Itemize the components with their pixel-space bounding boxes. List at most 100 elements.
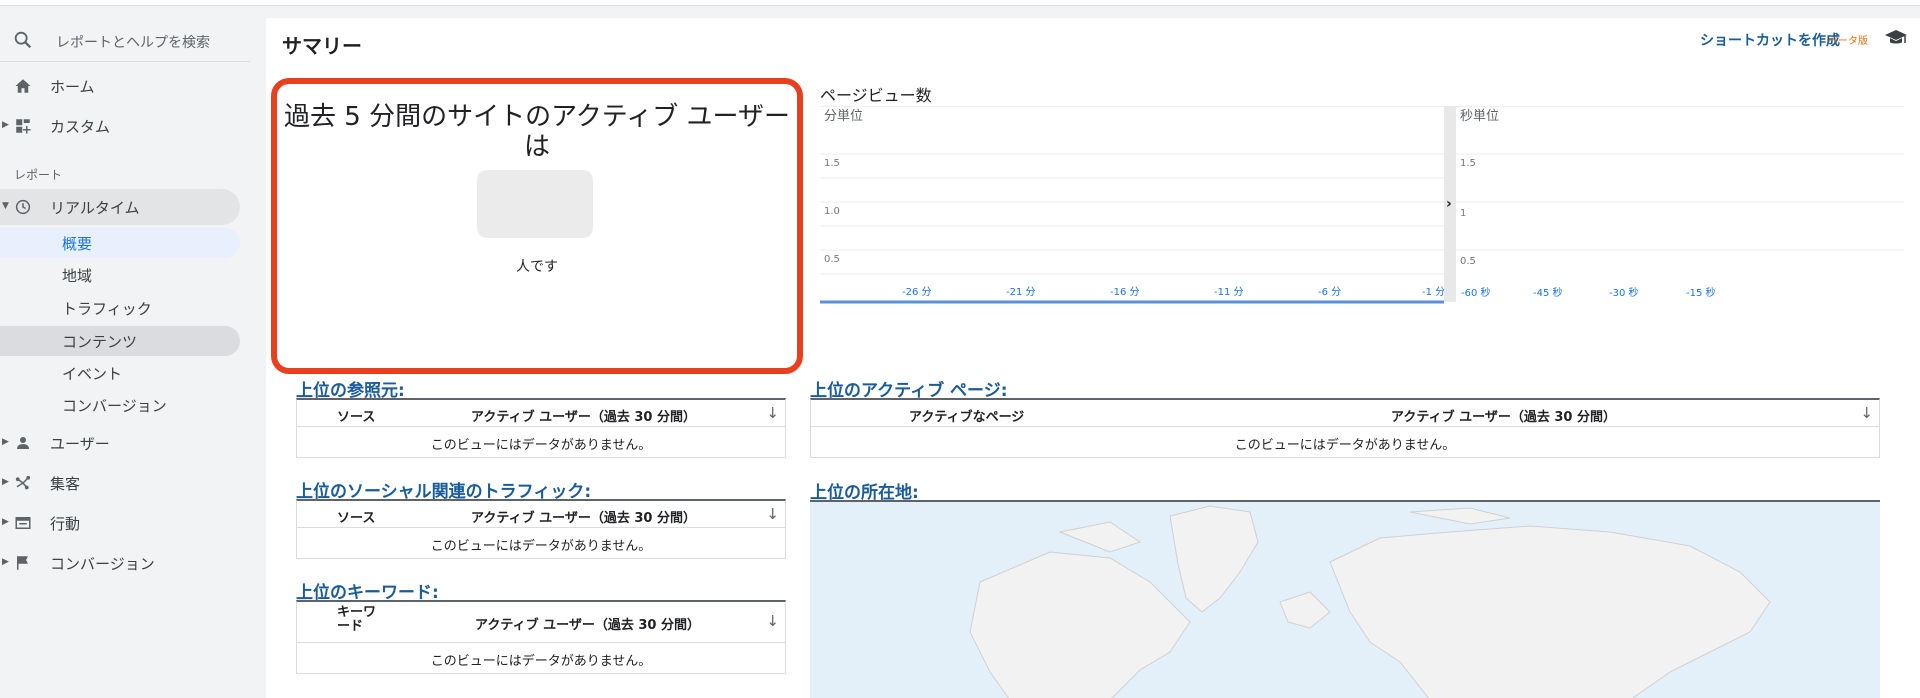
- x-tick: -15 秒: [1686, 286, 1716, 299]
- x-tick: -45 秒: [1533, 286, 1563, 299]
- expand-arrow-icon: ▶: [2, 437, 9, 447]
- column-header-keyword[interactable]: キーワード: [337, 606, 379, 634]
- sidebar-item-audience[interactable]: ▶ ユーザー: [0, 425, 240, 461]
- sidebar-item-label: リアルタイム: [50, 199, 140, 217]
- sidebar-subitem-label: コンバージョン: [62, 397, 167, 415]
- sidebar: レポートとヘルプを検索 ホーム ▶ カスタム レポート ▼ リアルタイム 概要 …: [0, 6, 262, 698]
- sidebar-item-home[interactable]: ホーム: [0, 68, 240, 104]
- divider: [297, 642, 785, 643]
- sidebar-item-label: ユーザー: [50, 435, 110, 453]
- top-social-table: ソース アクティブ ユーザー（過去 30 分間） ↓ このビューにはデータがあり…: [296, 499, 786, 559]
- empty-message: このビューにはデータがありません。: [1234, 438, 1456, 453]
- sidebar-item-realtime[interactable]: ▼ リアルタイム: [0, 189, 240, 225]
- clock-icon: [15, 199, 31, 215]
- active-users-card: 過去 5 分間のサイトのアクティブ ユーザーは 人です: [271, 78, 803, 374]
- pageviews-chart: 分単位 1.5 1.0 0.5 -26 分 -21 分 -16 分 -11 分 …: [820, 106, 1904, 304]
- sidebar-subitem-label: 概要: [62, 235, 93, 253]
- sidebar-item-label: カスタム: [50, 118, 111, 136]
- active-users-count-placeholder: [477, 170, 593, 238]
- sidebar-item-label: 行動: [50, 515, 81, 533]
- behavior-icon: [15, 517, 31, 529]
- sort-arrow-icon[interactable]: ↓: [766, 404, 779, 422]
- y-tick: 0.5: [824, 254, 840, 265]
- main-panel: サマリー ショートカットを作成 ベータ版 過去 5 分間のサイトのアクティブ ユ…: [266, 18, 1920, 698]
- sidebar-subitem-label: イベント: [62, 365, 123, 383]
- top-strip: [0, 0, 1920, 6]
- top-keywords-table: キーワード アクティブ ユーザー（過去 30 分間） ↓ このビューにはデータが…: [296, 600, 786, 674]
- x-tick: -16 分: [1110, 286, 1140, 298]
- sort-arrow-icon[interactable]: ↓: [766, 505, 779, 523]
- per-minute-label: 分単位: [824, 108, 863, 124]
- create-shortcut-link[interactable]: ショートカットを作成: [1700, 30, 1840, 50]
- sidebar-subitem-overview[interactable]: 概要: [0, 228, 240, 258]
- y-tick: 1.5: [1460, 158, 1476, 169]
- sidebar-subitem-conversions[interactable]: コンバージョン: [0, 390, 240, 420]
- sidebar-subitem-label: 地域: [62, 267, 93, 285]
- x-tick: -1 分: [1422, 286, 1445, 298]
- flag-icon: [17, 556, 28, 570]
- sidebar-item-custom[interactable]: ▶ カスタム: [0, 108, 240, 144]
- person-icon: [17, 437, 29, 449]
- sidebar-subitem-events[interactable]: イベント: [0, 358, 240, 388]
- x-tick: -6 分: [1318, 286, 1341, 298]
- right-gridlines: [1456, 153, 1904, 251]
- column-header-source[interactable]: ソース: [337, 507, 375, 526]
- graduation-cap-icon[interactable]: [1884, 28, 1908, 48]
- divider: [297, 527, 785, 528]
- active-users-title: 過去 5 分間のサイトのアクティブ ユーザーは: [284, 102, 790, 162]
- empty-message: このビューにはデータがありません。: [430, 539, 652, 554]
- pageviews-title: ページビュー数: [820, 86, 932, 105]
- search-box[interactable]: レポートとヘルプを検索: [0, 20, 250, 62]
- dashboard-icon: [16, 119, 31, 134]
- top-referrers-table: ソース アクティブ ユーザー（過去 30 分間） ↓ このビューにはデータがあり…: [296, 398, 786, 458]
- sidebar-item-label: コンバージョン: [50, 555, 155, 573]
- y-tick: 1: [1460, 208, 1466, 219]
- search-placeholder: レポートとヘルプを検索: [56, 35, 210, 51]
- divider: [297, 426, 785, 427]
- x-tick: -21 分: [1006, 286, 1036, 298]
- x-tick: -11 分: [1214, 286, 1244, 298]
- home-icon: [15, 79, 31, 93]
- y-tick: 0.5: [1460, 256, 1476, 267]
- per-second-label: 秒単位: [1460, 108, 1499, 124]
- column-header-active-users[interactable]: アクティブ ユーザー（過去 30 分間）: [471, 406, 696, 425]
- divider: [811, 426, 1879, 427]
- top-active-pages-table: アクティブなページ アクティブ ユーザー（過去 30 分間） ↓ このビューには…: [810, 398, 1880, 458]
- world-map-shapes: [969, 505, 1771, 698]
- expand-arrow-icon: ▶: [2, 557, 9, 567]
- world-map[interactable]: [810, 500, 1880, 698]
- sidebar-item-label: ホーム: [50, 78, 95, 96]
- column-header-source[interactable]: ソース: [337, 406, 375, 425]
- sidebar-item-conversions[interactable]: ▶ コンバージョン: [0, 545, 240, 581]
- column-header-active-users[interactable]: アクティブ ユーザー（過去 30 分間）: [1391, 406, 1616, 425]
- empty-message: このビューにはデータがありません。: [430, 654, 652, 669]
- y-tick: 1.0: [824, 206, 840, 217]
- active-users-suffix: 人です: [516, 259, 558, 275]
- sidebar-subitem-locations[interactable]: 地域: [0, 260, 240, 290]
- left-gridlines: [820, 153, 1444, 275]
- search-icon: [14, 31, 32, 49]
- acquisition-icon: [15, 475, 31, 490]
- section-label-reports: レポート: [14, 168, 63, 182]
- column-header-active-page[interactable]: アクティブなページ: [909, 406, 1024, 425]
- collapse-arrow-icon: ▼: [2, 201, 9, 211]
- sidebar-subitem-label: トラフィック: [62, 300, 152, 318]
- sort-arrow-icon[interactable]: ↓: [766, 612, 779, 630]
- sidebar-subitem-traffic[interactable]: トラフィック: [0, 293, 240, 323]
- sidebar-item-acquisition[interactable]: ▶ 集客: [0, 465, 240, 501]
- expand-arrow-icon: ▶: [2, 120, 9, 130]
- sidebar-item-behavior[interactable]: ▶ 行動: [0, 505, 240, 541]
- expand-chevron-icon: ›: [1446, 196, 1452, 212]
- sidebar-subitem-label: コンテンツ: [62, 333, 138, 351]
- empty-message: このビューにはデータがありません。: [430, 438, 652, 453]
- sort-arrow-icon[interactable]: ↓: [1860, 404, 1873, 422]
- column-header-active-users[interactable]: アクティブ ユーザー（過去 30 分間）: [471, 507, 696, 526]
- x-tick: -60 秒: [1461, 286, 1491, 299]
- sidebar-subitem-content[interactable]: コンテンツ: [0, 326, 240, 356]
- page-title: サマリー: [282, 34, 362, 58]
- column-header-active-users[interactable]: アクティブ ユーザー（過去 30 分間）: [475, 614, 700, 633]
- x-tick: -26 分: [902, 286, 932, 298]
- expand-arrow-icon: ▶: [2, 477, 9, 487]
- x-tick: -30 秒: [1609, 286, 1639, 299]
- expand-arrow-icon: ▶: [2, 517, 9, 527]
